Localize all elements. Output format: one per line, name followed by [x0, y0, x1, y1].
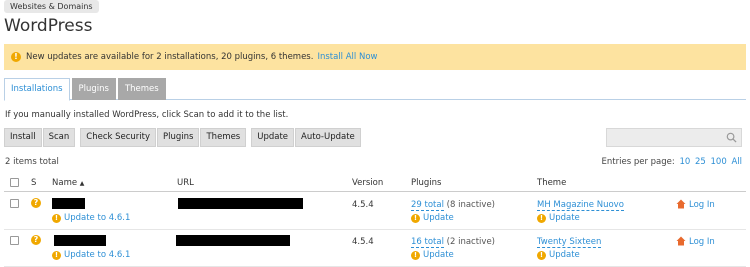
status-warning-icon: ? [31, 235, 41, 245]
column-version[interactable]: Version [352, 178, 383, 188]
scan-hint: If you manually installed WordPress, cli… [5, 110, 289, 120]
row-checkbox[interactable] [10, 236, 19, 245]
version-value: 4.5.4 [352, 200, 374, 210]
toolbar: Install Scan Check Security Plugins Them… [4, 128, 366, 147]
themes-button[interactable]: Themes [200, 128, 247, 147]
home-icon [676, 236, 686, 246]
per-page-100[interactable]: 100 [711, 157, 727, 167]
warning-icon: ! [11, 52, 21, 62]
tab-bar: Installations Plugins Themes [4, 78, 746, 101]
scan-button[interactable]: Scan [42, 128, 76, 147]
table-row: ? ! Update to 4.6.1 4.5.4 16 total (2 ina… [4, 230, 746, 267]
items-count: 2 items total [5, 157, 59, 167]
column-status[interactable]: S [31, 178, 36, 188]
theme-update-link[interactable]: ! Update [537, 250, 580, 260]
theme-link[interactable]: MH Magazine Nuovo [537, 200, 624, 211]
plugins-button[interactable]: Plugins [157, 128, 200, 147]
entries-per-page-label: Entries per page: [601, 157, 675, 167]
plugins-summary: 16 total (2 inactive) [411, 237, 495, 248]
search-icon[interactable] [726, 132, 737, 143]
redacted-url [178, 198, 303, 209]
home-icon [676, 199, 686, 209]
tab-plugins[interactable]: Plugins [71, 78, 116, 100]
update-button[interactable]: Update [251, 128, 295, 147]
column-plugins[interactable]: Plugins [411, 178, 441, 188]
plugins-summary: 29 total (8 inactive) [411, 200, 495, 211]
tab-themes[interactable]: Themes [117, 78, 166, 100]
table-row: ? ! Update to 4.6.1 4.5.4 29 total (8 ina… [4, 193, 746, 230]
install-all-link[interactable]: Install All Now [317, 52, 377, 62]
notice-text: New updates are available for 2 installa… [26, 52, 314, 62]
plugins-total-link[interactable]: 16 total [411, 237, 444, 248]
per-page-25[interactable]: 25 [695, 157, 706, 167]
redacted-url [176, 235, 290, 246]
table-header: S Name ▲ URL Version Plugins Theme [4, 174, 746, 192]
update-notice: ! New updates are available for 2 instal… [4, 44, 746, 70]
auto-update-button[interactable]: Auto-Update [295, 128, 361, 147]
redacted-name [54, 235, 106, 246]
redacted-name [52, 198, 85, 209]
core-update-link[interactable]: ! Update to 4.6.1 [52, 250, 130, 260]
check-security-button[interactable]: Check Security [80, 128, 157, 147]
per-page-all[interactable]: All [731, 157, 742, 167]
core-update-link[interactable]: ! Update to 4.6.1 [52, 213, 130, 223]
column-url[interactable]: URL [177, 178, 194, 188]
plugins-update-link[interactable]: ! Update [411, 213, 454, 223]
per-page-10[interactable]: 10 [679, 157, 690, 167]
column-name[interactable]: Name ▲ [52, 178, 84, 188]
search-input[interactable] [606, 128, 742, 147]
install-button[interactable]: Install [4, 128, 42, 147]
plugins-total-link[interactable]: 29 total [411, 200, 444, 211]
tab-installations[interactable]: Installations [4, 78, 70, 101]
select-all-checkbox[interactable] [10, 178, 19, 187]
theme-link[interactable]: Twenty Sixteen [537, 237, 602, 248]
log-in-link[interactable]: Log In [689, 237, 715, 247]
version-value: 4.5.4 [352, 237, 374, 247]
entries-per-page: Entries per page: 10 25 100 All [602, 157, 742, 167]
status-warning-icon: ? [31, 198, 41, 208]
theme-update-link[interactable]: ! Update [537, 213, 580, 223]
sort-asc-icon: ▲ [79, 180, 85, 187]
column-theme[interactable]: Theme [537, 178, 566, 188]
page-title: WordPress [4, 16, 93, 36]
plugins-update-link[interactable]: ! Update [411, 250, 454, 260]
row-checkbox[interactable] [10, 199, 19, 208]
log-in-link[interactable]: Log In [689, 200, 715, 210]
breadcrumb[interactable]: Websites & Domains [4, 0, 99, 13]
